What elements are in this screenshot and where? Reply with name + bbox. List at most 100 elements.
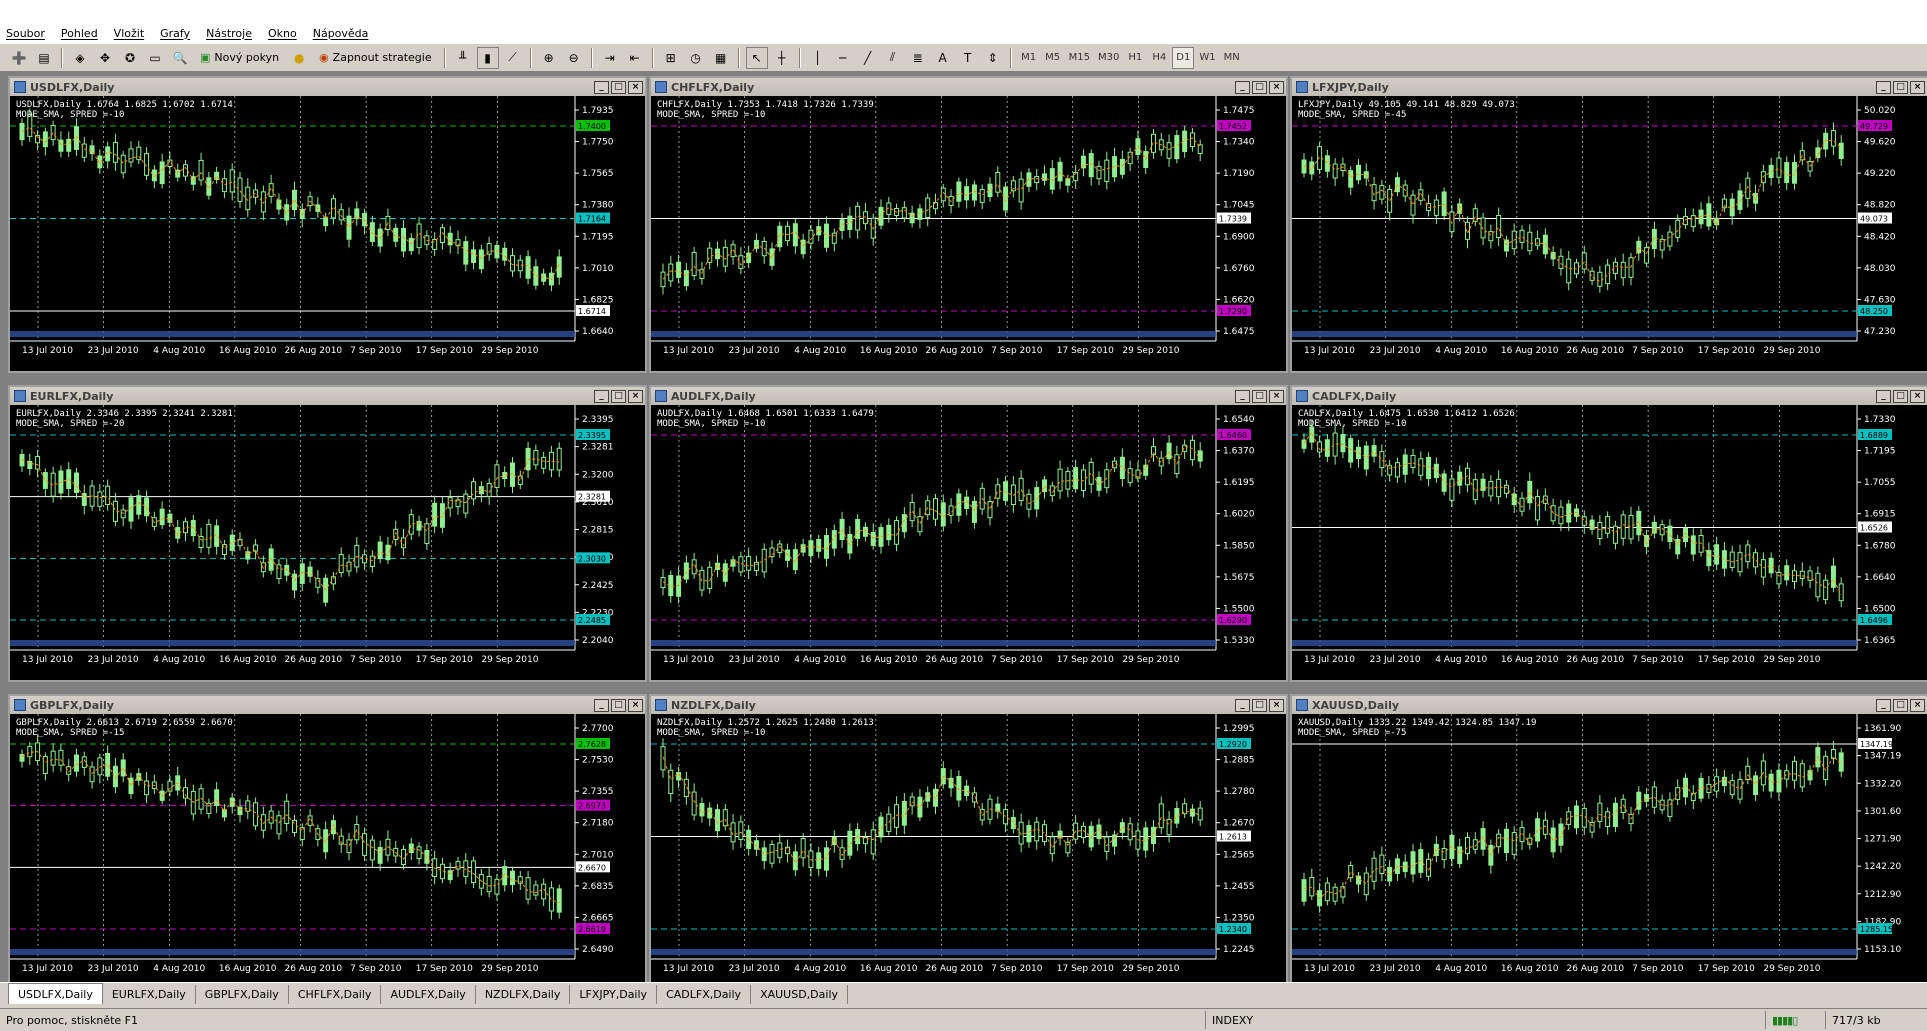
chart-canvas[interactable]: 13 Jul 2010 23 Jul 2010 4 Aug 2010 16 Aug 2… — [651, 96, 1286, 371]
minimize-icon[interactable]: _ — [1235, 698, 1250, 712]
maximize-icon[interactable]: □ — [611, 698, 626, 712]
close-icon[interactable]: × — [1269, 698, 1284, 712]
menu-0[interactable]: Soubor — [6, 27, 45, 40]
chart-titlebar[interactable]: CHFLFX,Daily _ □ × — [651, 78, 1286, 96]
terminal-icon[interactable]: ▭ — [144, 47, 166, 69]
chart-canvas[interactable]: 13 Jul 2010 23 Jul 2010 4 Aug 2010 16 Aug 2… — [1292, 405, 1927, 680]
timeframe-w1-button[interactable]: W1 — [1196, 47, 1218, 69]
minimize-icon[interactable]: _ — [1235, 80, 1250, 94]
chart-window-usdlfx[interactable]: USDLFX,Daily _ □ × 13 Jul 2010 23 Jul 2010 4 A… — [8, 76, 647, 373]
maximize-icon[interactable]: □ — [1893, 389, 1908, 403]
zoom-in-icon[interactable]: ⊕ — [538, 47, 560, 69]
text-icon[interactable]: A — [932, 47, 954, 69]
cursor-icon[interactable]: ↖ — [745, 46, 768, 69]
data-window-icon[interactable]: ✥ — [94, 47, 116, 69]
minimize-icon[interactable]: _ — [1876, 389, 1891, 403]
timeframe-m30-button[interactable]: M30 — [1095, 47, 1122, 69]
chart-canvas[interactable]: 13 Jul 2010 23 Jul 2010 4 Aug 2010 16 Aug 2… — [1292, 714, 1927, 989]
chart-titlebar[interactable]: XAUUSD,Daily _ □ × — [1292, 696, 1927, 714]
new-order-button[interactable]: ▣ Nový pokyn — [194, 47, 285, 69]
menu-5[interactable]: Okno — [268, 27, 297, 40]
tab-cadlfx[interactable]: CADLFX,Daily — [657, 985, 752, 1004]
tab-usdlfx[interactable]: USDLFX,Daily — [8, 983, 103, 1004]
minimize-icon[interactable]: _ — [594, 389, 609, 403]
maximize-icon[interactable]: □ — [611, 80, 626, 94]
chart-titlebar[interactable]: USDLFX,Daily _ □ × — [10, 78, 645, 96]
maximize-icon[interactable]: □ — [1893, 698, 1908, 712]
channel-icon[interactable]: ⫽ — [882, 47, 904, 69]
menu-6[interactable]: Nápověda — [313, 27, 369, 40]
chart-window-nzdlfx[interactable]: NZDLFX,Daily _ □ × 13 Jul 2010 23 Jul 2010 4 A… — [649, 694, 1288, 991]
indicators-icon[interactable]: ⊞ — [660, 47, 682, 69]
close-icon[interactable]: × — [1269, 80, 1284, 94]
new-chart-icon[interactable]: ➕ — [8, 47, 30, 69]
maximize-icon[interactable]: □ — [1252, 698, 1267, 712]
maximize-icon[interactable]: □ — [1252, 80, 1267, 94]
chart-window-xauusd[interactable]: XAUUSD,Daily _ □ × 13 Jul 2010 23 Jul 2010 4 A… — [1290, 694, 1927, 991]
maximize-icon[interactable]: □ — [1252, 389, 1267, 403]
autotrading-button[interactable]: ◉ Zapnout strategie — [313, 47, 438, 69]
menu-2[interactable]: Vložit — [114, 27, 144, 40]
fibonacci-icon[interactable]: ≣ — [907, 47, 929, 69]
chart-titlebar[interactable]: CADLFX,Daily _ □ × — [1292, 387, 1927, 405]
maximize-icon[interactable]: □ — [1893, 80, 1908, 94]
chart-titlebar[interactable]: EURLFX,Daily _ □ × — [10, 387, 645, 405]
close-icon[interactable]: × — [1910, 698, 1925, 712]
close-icon[interactable]: × — [628, 80, 643, 94]
text-label-icon[interactable]: T — [957, 47, 979, 69]
autoscroll-icon[interactable]: ⇥ — [599, 47, 621, 69]
menu-4[interactable]: Nástroje — [206, 27, 252, 40]
timeframe-h1-button[interactable]: H1 — [1124, 47, 1146, 69]
timeframe-m5-button[interactable]: M5 — [1042, 47, 1064, 69]
chart-canvas[interactable]: 13 Jul 2010 23 Jul 2010 4 Aug 2010 16 Aug 2… — [10, 96, 645, 371]
minimize-icon[interactable]: _ — [1876, 80, 1891, 94]
templates-icon[interactable]: ▦ — [710, 47, 732, 69]
market-watch-icon[interactable]: ◈ — [69, 47, 91, 69]
navigator-icon[interactable]: ✪ — [119, 47, 141, 69]
trendline-icon[interactable]: ╱ — [857, 47, 879, 69]
tab-audlfx[interactable]: AUDLFX,Daily — [381, 985, 476, 1004]
maximize-icon[interactable]: □ — [611, 389, 626, 403]
bar-chart-icon[interactable]: ╨ — [452, 47, 474, 69]
minimize-icon[interactable]: _ — [1876, 698, 1891, 712]
tab-lfxjpy[interactable]: LFXJPY,Daily — [570, 985, 658, 1004]
horizontal-line-icon[interactable]: ─ — [832, 47, 854, 69]
periods-icon[interactable]: ◷ — [685, 47, 707, 69]
profiles-icon[interactable]: ▤ — [33, 47, 55, 69]
chart-shift-icon[interactable]: ⇤ — [624, 47, 646, 69]
chart-window-lfxjpy[interactable]: LFXJPY,Daily _ □ × 13 Jul 2010 23 Jul 2010 4 A… — [1290, 76, 1927, 373]
timeframe-h4-button[interactable]: H4 — [1148, 47, 1170, 69]
chart-titlebar[interactable]: GBPLFX,Daily _ □ × — [10, 696, 645, 714]
tester-icon[interactable]: 🔍 — [169, 47, 191, 69]
arrows-icon[interactable]: ⇕ — [982, 47, 1004, 69]
close-icon[interactable]: × — [628, 389, 643, 403]
tab-nzdlfx[interactable]: NZDLFX,Daily — [476, 985, 571, 1004]
metaeditor-icon[interactable]: ● — [288, 47, 310, 69]
close-icon[interactable]: × — [1269, 389, 1284, 403]
zoom-out-icon[interactable]: ⊖ — [563, 47, 585, 69]
chart-canvas[interactable]: 13 Jul 2010 23 Jul 2010 4 Aug 2010 16 Aug 2… — [10, 714, 645, 989]
chart-canvas[interactable]: 13 Jul 2010 23 Jul 2010 4 Aug 2010 16 Aug 2… — [10, 405, 645, 680]
chart-canvas[interactable]: 13 Jul 2010 23 Jul 2010 4 Aug 2010 16 Aug 2… — [651, 714, 1286, 989]
chart-window-cadlfx[interactable]: CADLFX,Daily _ □ × 13 Jul 2010 23 Jul 2010 4 A… — [1290, 385, 1927, 682]
tab-chflfx[interactable]: CHFLFX,Daily — [289, 985, 382, 1004]
minimize-icon[interactable]: _ — [594, 80, 609, 94]
chart-window-audlfx[interactable]: AUDLFX,Daily _ □ × 13 Jul 2010 23 Jul 2010 4 A… — [649, 385, 1288, 682]
timeframe-m1-button[interactable]: M1 — [1018, 47, 1040, 69]
chart-titlebar[interactable]: NZDLFX,Daily _ □ × — [651, 696, 1286, 714]
chart-window-eurlfx[interactable]: EURLFX,Daily _ □ × 13 Jul 2010 23 Jul 2010 4 A… — [8, 385, 647, 682]
line-chart-icon[interactable]: ⟋ — [502, 47, 524, 69]
timeframe-mn-button[interactable]: MN — [1221, 47, 1243, 69]
vertical-line-icon[interactable]: │ — [807, 47, 829, 69]
chart-titlebar[interactable]: AUDLFX,Daily _ □ × — [651, 387, 1286, 405]
chart-canvas[interactable]: 13 Jul 2010 23 Jul 2010 4 Aug 2010 16 Aug 2… — [651, 405, 1286, 680]
timeframe-d1-button[interactable]: D1 — [1172, 46, 1195, 69]
tab-gbplfx[interactable]: GBPLFX,Daily — [196, 985, 289, 1004]
chart-window-chflfx[interactable]: CHFLFX,Daily _ □ × 13 Jul 2010 23 Jul 2010 4 A… — [649, 76, 1288, 373]
close-icon[interactable]: × — [1910, 389, 1925, 403]
crosshair-icon[interactable]: ┼ — [771, 47, 793, 69]
tab-xauusd[interactable]: XAUUSD,Daily — [751, 985, 849, 1004]
chart-canvas[interactable]: 13 Jul 2010 23 Jul 2010 4 Aug 2010 16 Aug 2… — [1292, 96, 1927, 371]
chart-window-gbplfx[interactable]: GBPLFX,Daily _ □ × 13 Jul 2010 23 Jul 2010 4 A… — [8, 694, 647, 991]
candlestick-icon[interactable]: ▮ — [476, 46, 499, 69]
